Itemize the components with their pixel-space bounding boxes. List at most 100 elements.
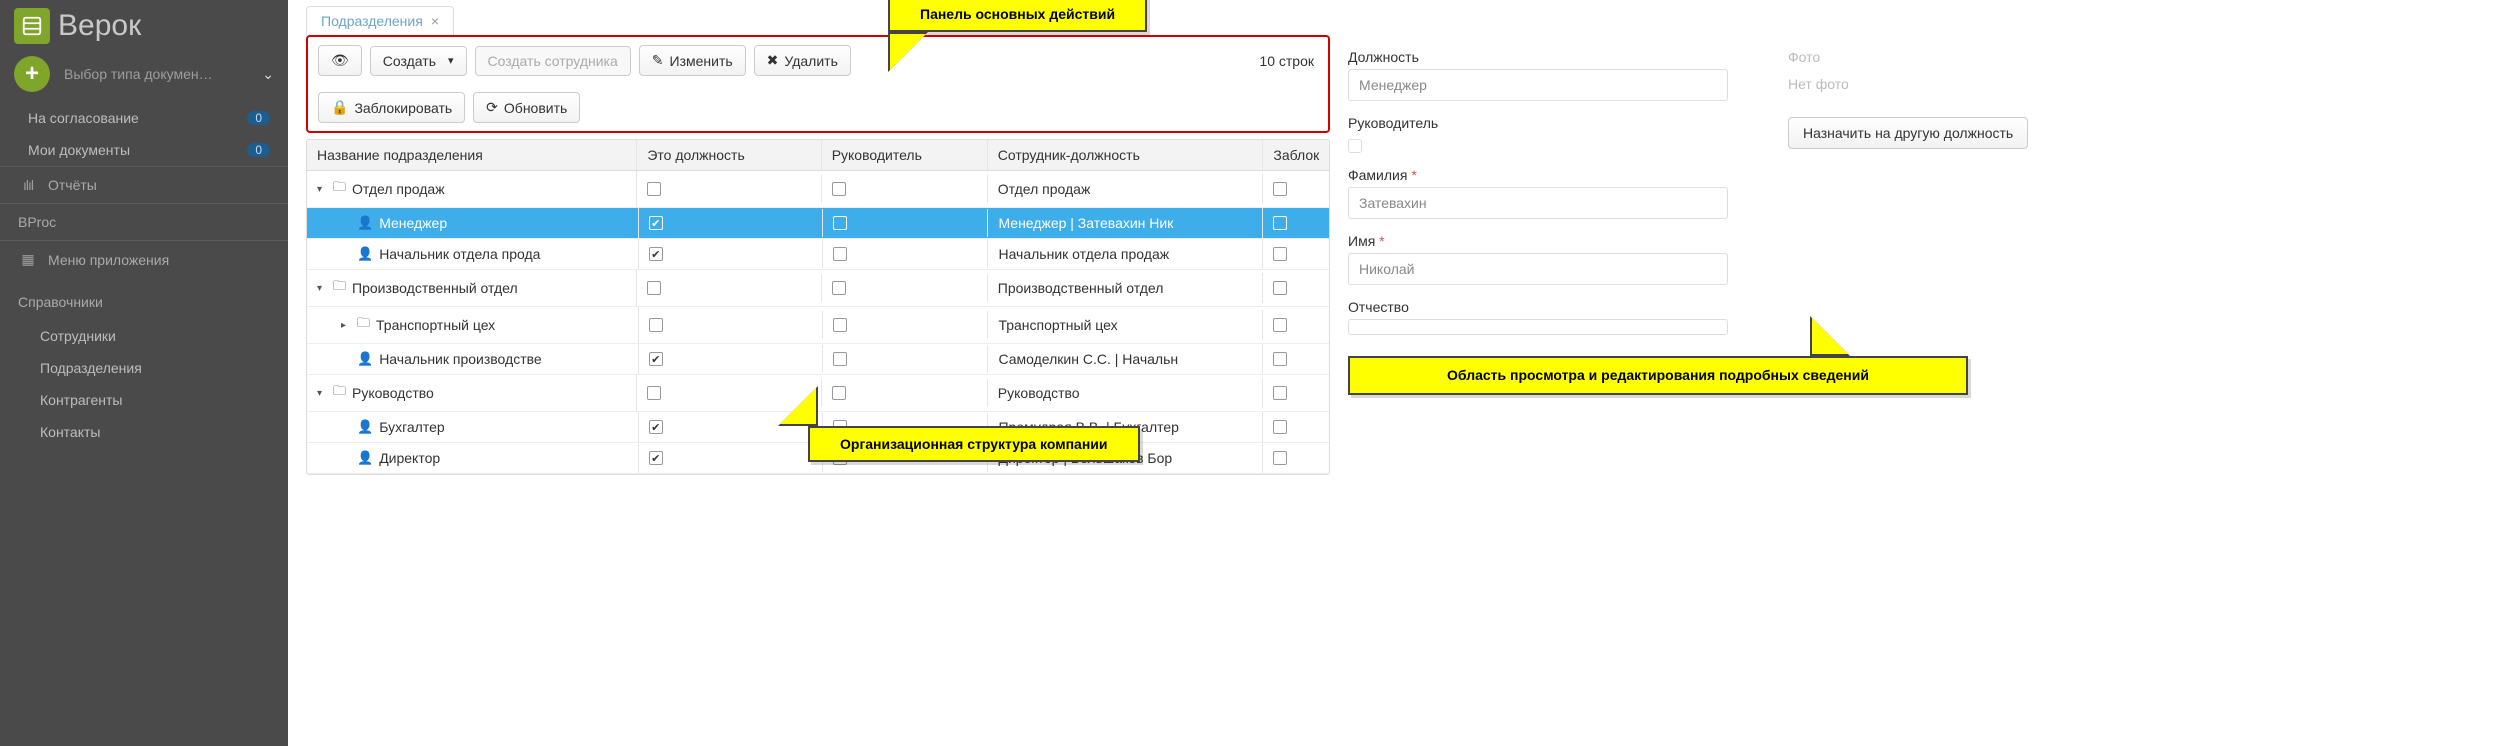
close-icon[interactable]: × bbox=[431, 13, 439, 29]
firstname-input[interactable]: Николай bbox=[1348, 253, 1728, 285]
table-row[interactable]: ▾🗀РуководствоРуководство bbox=[307, 375, 1329, 412]
row-name: Транспортный цех bbox=[376, 317, 495, 333]
is-position-checkbox[interactable] bbox=[647, 281, 661, 295]
sidebar-item-contractors[interactable]: Контрагенты bbox=[0, 384, 288, 416]
position-input[interactable]: Менеджер bbox=[1348, 69, 1728, 101]
create-button[interactable]: Создать bbox=[370, 46, 467, 76]
refresh-icon: ⟳ bbox=[486, 99, 498, 116]
row-name: Руководство bbox=[352, 385, 434, 401]
employee-position-cell: Транспортный цех bbox=[988, 310, 1263, 340]
sidebar-item-employees[interactable]: Сотрудники bbox=[0, 320, 288, 352]
eye-icon: 👁 bbox=[331, 52, 349, 69]
refresh-button[interactable]: ⟳Обновить bbox=[473, 92, 580, 123]
badge: 0 bbox=[247, 143, 270, 157]
table-row[interactable]: 👤МенеджерМенеджер | Затевахин Ник bbox=[307, 208, 1329, 239]
is-position-checkbox[interactable] bbox=[649, 352, 663, 366]
employee-position-cell: Самоделкин С.С. | Начальн bbox=[988, 344, 1263, 374]
callout-tree: Организационная структура компании bbox=[808, 426, 1140, 462]
is-position-checkbox[interactable] bbox=[649, 451, 663, 465]
caret-down-icon[interactable]: ▾ bbox=[317, 184, 327, 195]
sidebar-section-refs[interactable]: Справочники bbox=[0, 278, 288, 320]
add-document-button[interactable]: + bbox=[14, 56, 50, 92]
blocked-checkbox[interactable] bbox=[1273, 451, 1287, 465]
is-position-checkbox[interactable] bbox=[649, 420, 663, 434]
blocked-checkbox[interactable] bbox=[1273, 420, 1287, 434]
row-name: Начальник отдела прода bbox=[379, 246, 540, 262]
manager-checkbox[interactable] bbox=[833, 247, 847, 261]
caret-down-icon[interactable]: ▾ bbox=[317, 388, 327, 399]
row-name: Менеджер bbox=[379, 215, 447, 231]
manager-checkbox[interactable] bbox=[832, 281, 846, 295]
is-position-checkbox[interactable] bbox=[649, 247, 663, 261]
assign-position-button[interactable]: Назначить на другую должность bbox=[1788, 117, 2028, 149]
row-name: Директор bbox=[379, 450, 440, 466]
employee-position-cell: Отдел продаж bbox=[988, 174, 1264, 204]
col-manager[interactable]: Руководитель bbox=[822, 140, 988, 170]
is-position-checkbox[interactable] bbox=[649, 216, 663, 230]
table-row[interactable]: 👤Начальник отдела продаНачальник отдела … bbox=[307, 239, 1329, 270]
manager-checkbox[interactable] bbox=[833, 318, 847, 332]
position-label: Должность bbox=[1348, 49, 1728, 65]
blocked-checkbox[interactable] bbox=[1273, 281, 1287, 295]
col-employee-position[interactable]: Сотрудник-должность bbox=[988, 140, 1264, 170]
employee-position-cell: Руководство bbox=[988, 378, 1264, 408]
table-row[interactable]: ▸ 🗀 Транспортный цех Транспортный цех bbox=[307, 307, 1329, 344]
manager-checkbox[interactable] bbox=[832, 386, 846, 400]
folder-icon: 🗀 bbox=[333, 178, 346, 200]
sidebar-item-appmenu[interactable]: ▦ Меню приложения bbox=[0, 240, 288, 278]
lastname-label: Фамилия * bbox=[1348, 167, 1728, 183]
manager-checkbox[interactable] bbox=[833, 216, 847, 230]
manager-checkbox[interactable] bbox=[833, 352, 847, 366]
main: Панель основных действий Подразделения ×… bbox=[288, 0, 2512, 746]
blocked-checkbox[interactable] bbox=[1273, 318, 1287, 332]
blocked-checkbox[interactable] bbox=[1273, 216, 1287, 230]
sidebar-item-bproc[interactable]: BProc bbox=[0, 203, 288, 240]
table-row[interactable]: ▾🗀Производственный отделПроизводственный… bbox=[307, 270, 1329, 307]
sidebar-item-mydocs[interactable]: Мои документы 0 bbox=[0, 134, 288, 166]
view-button[interactable]: 👁 bbox=[318, 45, 362, 76]
blocked-checkbox[interactable] bbox=[1273, 247, 1287, 261]
col-name[interactable]: Название подразделения bbox=[307, 140, 637, 170]
row-name: Отдел продаж bbox=[352, 181, 445, 197]
is-position-checkbox[interactable] bbox=[649, 318, 663, 332]
folder-icon: 🗀 bbox=[357, 314, 370, 336]
is-position-checkbox[interactable] bbox=[647, 182, 661, 196]
lastname-input[interactable]: Затевахин bbox=[1348, 187, 1728, 219]
edit-button[interactable]: ✎Изменить bbox=[639, 45, 746, 76]
manager-checkbox[interactable] bbox=[832, 182, 846, 196]
tab-departments[interactable]: Подразделения × bbox=[306, 6, 454, 35]
x-icon: ✖ bbox=[767, 52, 779, 69]
user-icon: 👤 bbox=[357, 450, 373, 466]
caret-right-icon[interactable]: ▸ bbox=[341, 320, 351, 331]
grid-icon: ▦ bbox=[18, 251, 38, 268]
sidebar-item-contacts[interactable]: Контакты bbox=[0, 416, 288, 448]
add-document-row[interactable]: + Выбор типа докумен… ⌄ bbox=[0, 52, 288, 102]
sidebar-item-approval[interactable]: На согласование 0 bbox=[0, 102, 288, 134]
manager-label: Руководитель bbox=[1348, 115, 1728, 131]
caret-down-icon[interactable]: ▾ bbox=[317, 283, 327, 294]
table-row[interactable]: ▾ 🗀 Отдел продаж Отдел продаж bbox=[307, 171, 1329, 208]
block-button[interactable]: 🔒Заблокировать bbox=[318, 92, 465, 123]
table-header: Название подразделения Это должность Рук… bbox=[307, 140, 1329, 171]
logo-icon bbox=[14, 8, 50, 44]
row-name: Производственный отдел bbox=[352, 280, 518, 296]
is-position-checkbox[interactable] bbox=[647, 386, 661, 400]
blocked-checkbox[interactable] bbox=[1273, 352, 1287, 366]
manager-checkbox[interactable] bbox=[1348, 139, 1362, 153]
blocked-checkbox[interactable] bbox=[1273, 182, 1287, 196]
sidebar-item-departments[interactable]: Подразделения bbox=[0, 352, 288, 384]
add-document-label: Выбор типа докумен… bbox=[64, 66, 248, 82]
logo-text: Верок bbox=[58, 9, 141, 43]
col-isposition[interactable]: Это должность bbox=[637, 140, 821, 170]
table-row[interactable]: 👤Начальник производствеСамоделкин С.С. |… bbox=[307, 344, 1329, 375]
delete-button[interactable]: ✖Удалить bbox=[754, 45, 851, 76]
sidebar-item-reports[interactable]: ılıl Отчёты bbox=[0, 166, 288, 203]
middlename-label: Отчество bbox=[1348, 299, 1728, 315]
blocked-checkbox[interactable] bbox=[1273, 386, 1287, 400]
col-blocked[interactable]: Заблок bbox=[1263, 140, 1329, 170]
callout-toolbar: Панель основных действий bbox=[888, 0, 1147, 32]
row-name: Начальник производстве bbox=[379, 351, 542, 367]
callout-details: Область просмотра и редактирования подро… bbox=[1348, 356, 1968, 395]
middlename-input[interactable] bbox=[1348, 319, 1728, 335]
user-icon: 👤 bbox=[357, 246, 373, 262]
